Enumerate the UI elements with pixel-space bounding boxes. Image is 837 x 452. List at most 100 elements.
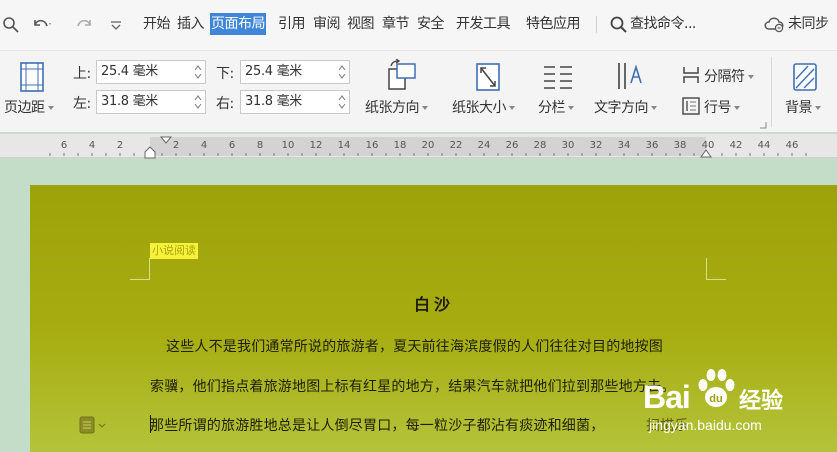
tab-view[interactable]: 视图 bbox=[347, 13, 375, 35]
right-margin-input[interactable]: 31.8 毫米 bbox=[240, 90, 350, 114]
ruler-tick-label: 28 bbox=[533, 140, 547, 151]
left-margin-label: 左: bbox=[73, 96, 91, 112]
spin-down-icon[interactable] bbox=[194, 71, 202, 81]
ruler-tick-label: 2 bbox=[172, 140, 180, 151]
ruler-tick-label: 2 bbox=[116, 140, 124, 151]
search-command[interactable]: 查找命令... bbox=[630, 13, 696, 35]
text-cursor bbox=[150, 415, 151, 433]
spin-down-icon[interactable] bbox=[338, 71, 346, 81]
margins-icon[interactable] bbox=[18, 61, 46, 93]
ruler-tick-label: 46 bbox=[785, 140, 799, 151]
tab-page-layout[interactable]: 页面布局 bbox=[210, 13, 266, 35]
paragraph-line[interactable]: 那些所谓的旅游胜地总是让人倒尽胃口，每一粒沙子都沾有痰迹和细菌， bbox=[150, 415, 604, 435]
bottom-margin-label: 下: bbox=[216, 66, 234, 82]
ruler-tick-label: 32 bbox=[589, 140, 603, 151]
ruler-tick-label: 38 bbox=[673, 140, 687, 151]
tab-chapter[interactable]: 章节 bbox=[382, 13, 410, 35]
page-orientation-label: 纸张方向 bbox=[365, 100, 420, 116]
columns-icon[interactable] bbox=[542, 63, 574, 91]
left-margin-input[interactable]: 31.8 毫米 bbox=[96, 90, 206, 114]
top-margin-input[interactable]: 25.4 毫米 bbox=[96, 60, 206, 84]
group-divider bbox=[771, 57, 772, 127]
ruler-tick-label: 20 bbox=[421, 140, 435, 151]
customize-toolbar-icon[interactable] bbox=[109, 14, 123, 34]
top-margin-label: 上: bbox=[73, 66, 91, 82]
ruler-tick-label: 4 bbox=[88, 140, 96, 151]
crop-mark bbox=[706, 258, 726, 280]
top-margin-value: 25.4 毫米 bbox=[101, 64, 158, 79]
first-line-indent-marker[interactable] bbox=[160, 136, 172, 144]
tab-security[interactable]: 安全 bbox=[417, 13, 445, 35]
margins-button[interactable]: 页边距 bbox=[4, 97, 54, 117]
sync-status[interactable]: 未同步 bbox=[788, 13, 829, 35]
background-button[interactable]: 背景 bbox=[785, 97, 821, 117]
paper-size-icon[interactable] bbox=[474, 61, 502, 93]
separator-icon[interactable] bbox=[681, 65, 701, 85]
paragraph-layout-icon[interactable] bbox=[78, 415, 108, 435]
page-orientation-icon[interactable] bbox=[385, 59, 419, 91]
cloud-sync-icon[interactable] bbox=[763, 14, 785, 34]
redo-icon[interactable] bbox=[75, 14, 95, 34]
watermark-url: jingyan.baidu.com bbox=[649, 417, 762, 433]
crop-mark bbox=[130, 258, 150, 280]
spin-down-icon[interactable] bbox=[338, 101, 346, 111]
horizontal-ruler[interactable]: 6 4 2 2 4 6 8 10 12 14 16 18 20 22 24 26… bbox=[0, 133, 837, 159]
watermark-brand: Bai bbox=[643, 379, 691, 415]
text-direction-icon[interactable] bbox=[615, 61, 647, 91]
left-margin-value: 31.8 毫米 bbox=[101, 94, 158, 109]
page-orientation-button[interactable]: 纸张方向 bbox=[365, 97, 428, 117]
ruler-tick-label: 6 bbox=[60, 140, 68, 151]
ruler-tick-label: 6 bbox=[228, 140, 236, 151]
tab-developer[interactable]: 开发工具 bbox=[456, 13, 511, 35]
tab-references[interactable]: 引用 bbox=[278, 13, 306, 35]
baidu-jingyan-watermark: Bai du 经验 jingyan.baidu.com bbox=[643, 365, 837, 452]
ribbon-page-layout: 页边距 上: 25.4 毫米 左: 31.8 毫米 下: 25.4 毫米 右: … bbox=[0, 50, 837, 132]
ruler-tick-label: 8 bbox=[256, 140, 264, 151]
search-icon[interactable] bbox=[610, 14, 628, 34]
background-icon[interactable] bbox=[791, 61, 819, 93]
columns-label: 分栏 bbox=[538, 100, 566, 116]
dialog-launcher-icon[interactable] bbox=[759, 121, 767, 129]
text-direction-label: 文字方向 bbox=[594, 100, 649, 116]
ruler-tick-label: 24 bbox=[477, 140, 491, 151]
paragraph-line[interactable]: 索骥，他们指点着旅游地图上标有红星的地方，结果汽车就把他们拉到那些地方去。 bbox=[150, 376, 675, 396]
menu-bar: 开始 插入 页面布局 引用 审阅 视图 章节 安全 开发工具 特色应用 查找命令… bbox=[0, 0, 837, 50]
header-highlight-text[interactable]: 小说阅读 bbox=[150, 243, 198, 259]
tab-insert[interactable]: 插入 bbox=[177, 13, 205, 35]
ruler-tick-label: 4 bbox=[200, 140, 208, 151]
ruler-tick-label: 22 bbox=[449, 140, 463, 151]
divider bbox=[596, 16, 597, 33]
ruler-tick-label: 26 bbox=[505, 140, 519, 151]
undo-icon[interactable] bbox=[30, 14, 52, 34]
tab-review[interactable]: 审阅 bbox=[313, 13, 341, 35]
separator-label: 分隔符 bbox=[704, 69, 745, 85]
bottom-margin-input[interactable]: 25.4 毫米 bbox=[240, 60, 350, 84]
ruler-tick-label: 36 bbox=[645, 140, 659, 151]
paper-size-button[interactable]: 纸张大小 bbox=[452, 97, 515, 117]
right-margin-label: 右: bbox=[216, 96, 234, 112]
margins-label: 页边距 bbox=[4, 100, 45, 116]
ruler-tick-label: 10 bbox=[281, 140, 295, 151]
ruler-tick-label: 14 bbox=[337, 140, 351, 151]
ruler-tick-label: 30 bbox=[561, 140, 575, 151]
line-number-label: 行号 bbox=[704, 100, 732, 116]
line-number-button[interactable]: 行号 bbox=[704, 97, 740, 117]
svg-text:du: du bbox=[709, 393, 722, 405]
ruler-tick-label: 34 bbox=[617, 140, 631, 151]
tab-home[interactable]: 开始 bbox=[143, 13, 171, 35]
right-indent-marker[interactable] bbox=[700, 146, 712, 158]
spin-down-icon[interactable] bbox=[194, 101, 202, 111]
right-margin-value: 31.8 毫米 bbox=[245, 94, 302, 109]
line-number-icon[interactable] bbox=[681, 96, 701, 116]
left-indent-marker[interactable] bbox=[144, 146, 156, 159]
document-title[interactable]: 白沙 bbox=[414, 291, 454, 315]
watermark-brand-tail: 经验 bbox=[739, 389, 784, 414]
paragraph-line[interactable]: 这些人不是我们通常所说的旅游者，夏天前往海滨度假的人们往往对目的地按图 bbox=[166, 336, 663, 356]
columns-button[interactable]: 分栏 bbox=[538, 97, 574, 117]
separator-button[interactable]: 分隔符 bbox=[704, 66, 754, 86]
ruler-tick-label: 12 bbox=[309, 140, 323, 151]
text-direction-button[interactable]: 文字方向 bbox=[594, 97, 657, 117]
print-preview-icon[interactable] bbox=[2, 14, 20, 34]
tab-special[interactable]: 特色应用 bbox=[526, 13, 581, 35]
bottom-margin-value: 25.4 毫米 bbox=[245, 64, 302, 79]
